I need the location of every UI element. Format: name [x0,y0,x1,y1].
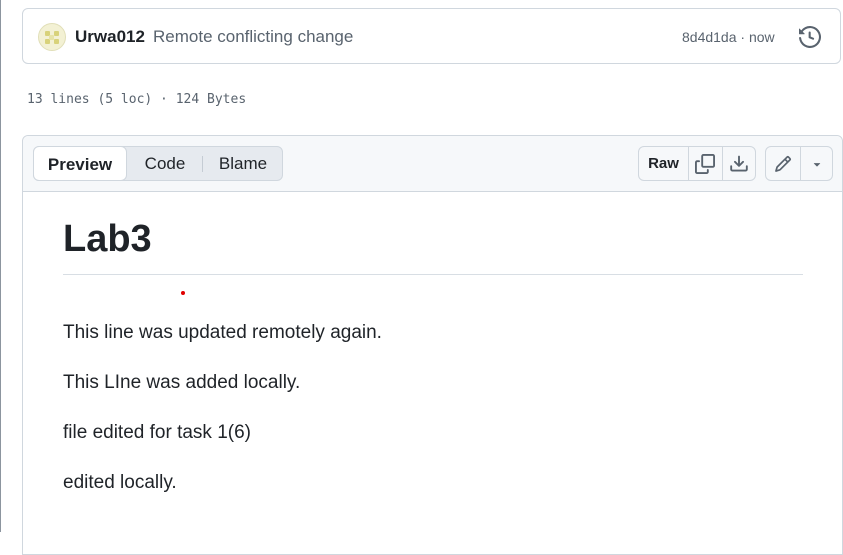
download-button[interactable] [722,147,756,180]
history-icon[interactable] [799,26,821,48]
tab-preview[interactable]: Preview [33,146,127,181]
markdown-paragraph: This line was updated remotely again. [63,322,382,343]
file-viewer: Preview Code Blame Raw Lab3 This line wa… [22,135,843,555]
edit-actions [765,146,833,181]
markdown-paragraph: file edited for task 1(6) [63,422,251,443]
raw-button[interactable]: Raw [639,147,689,180]
file-actions: Raw [638,146,756,181]
window-edge [0,0,1,532]
view-tabs: Preview Code Blame [33,146,283,181]
commit-author[interactable]: Urwa012 [75,27,145,47]
commit-sha-time[interactable]: 8d4d1da · now [682,29,775,45]
commit-message[interactable]: Remote conflicting change [153,27,353,47]
more-edit-options-button[interactable] [800,147,833,180]
readme-heading: Lab3 [63,216,803,275]
markdown-paragraph: This LIne was added locally. [63,372,301,393]
file-info: 13 lines (5 loc) · 124 Bytes [27,92,247,107]
tab-divider [202,156,203,172]
file-header: Preview Code Blame Raw [23,136,842,192]
edit-file-button[interactable] [766,147,801,180]
latest-commit-bar: Urwa012 Remote conflicting change 8d4d1d… [22,8,841,64]
avatar[interactable] [38,23,66,51]
tab-code[interactable]: Code [129,147,201,180]
markdown-paragraph: edited locally. [63,472,177,493]
cursor-marker [181,291,185,295]
copy-button[interactable] [688,147,723,180]
markdown-preview: Lab3 This line was updated remotely agai… [63,216,803,493]
tab-blame[interactable]: Blame [204,147,282,180]
download-icon [730,155,748,171]
pencil-icon [775,155,791,172]
triangle-down-icon [813,162,820,167]
copy-icon [695,153,715,174]
